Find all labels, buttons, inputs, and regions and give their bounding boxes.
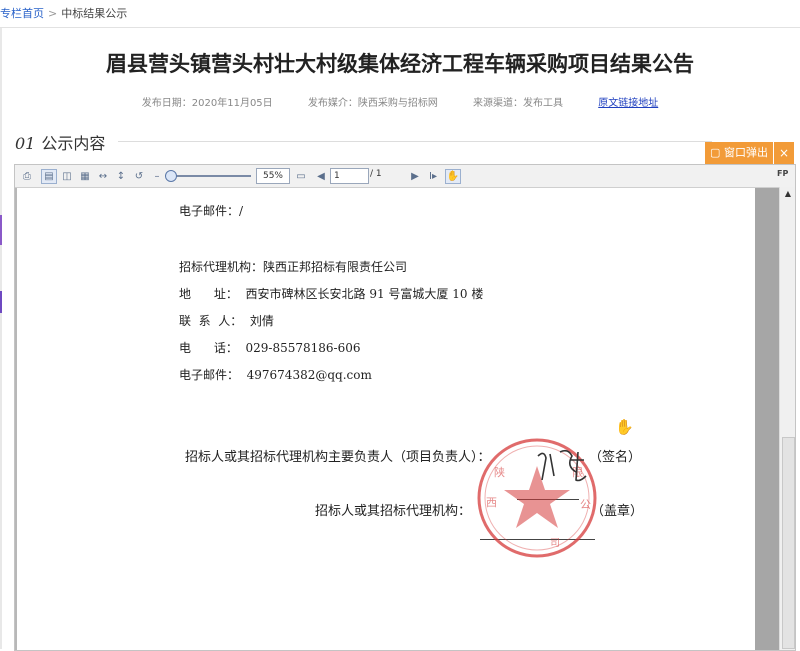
popup-close-button[interactable]: × [774,142,794,164]
breadcrumb-separator: > [48,7,58,20]
source-channel: 来源渠道：发布工具 [473,98,564,109]
fit-width-icon[interactable]: ↔ [95,169,111,184]
zoom-slider-handle[interactable] [165,170,177,182]
section-number: 01 [15,134,36,153]
page-gutter [755,188,779,650]
doc-sign-line: 招标人或其招标代理机构主要负责人（项目负责人）： [185,450,491,465]
article-meta: 发布日期：2020年11月05日 发布媒介：陕西采购与招标网 来源渠道：发布工具… [0,94,800,109]
section-divider [118,141,712,142]
zoom-slider-track[interactable] [167,175,251,177]
publish-media: 发布媒介：陕西采购与招标网 [307,98,438,109]
publish-date: 发布日期：2020年11月05日 [141,98,273,109]
section-heading: 01 公示内容 [15,130,105,154]
fullscreen-icon[interactable]: ▭ [293,169,309,184]
doc-phone: 电 话： 029-85578186-606 [179,341,361,355]
svg-text:陕: 陕 [494,465,505,479]
zoom-out-icon[interactable]: – [149,169,165,184]
prev-page-icon[interactable]: ◀ [313,169,329,184]
next-page-icon[interactable]: ▶ [407,169,423,184]
single-page-icon[interactable]: ▤ [41,169,57,184]
svg-text:西: 西 [486,496,497,509]
breadcrumb-current: 中标结果公示 [61,7,128,20]
rotate-icon[interactable]: ↺ [131,169,147,184]
zoom-level[interactable]: 55% [256,168,290,184]
fit-height-icon[interactable]: ↕ [113,169,129,184]
doc-email-2: 电子邮件： 497674382@qq.com [179,368,372,382]
viewer-toolbar: ⎙ ▤ ◫ ▦ ↔ ↕ ↺ – 55% ▭ ◀ 1 / 1 ▶ I▸ ✋ FP [15,165,795,188]
hand-cursor-icon: ✋ [615,418,634,436]
monitor-icon: ▢ [710,146,721,159]
print-icon[interactable]: ⎙ [19,169,35,184]
doc-agency: 招标代理机构：陕西正邦招标有限责任公司 [179,260,408,274]
svg-text:司: 司 [550,538,560,549]
document-page: 电子邮件：/ 招标代理机构：陕西正邦招标有限责任公司 地 址： 西安市碑林区长安… [17,188,755,650]
text-select-icon[interactable]: I▸ [425,169,441,184]
doc-contact: 联 系 人： 刘倩 [179,314,274,328]
doc-email-1: 电子邮件：/ [179,204,244,218]
breadcrumb-home-link[interactable]: 专栏首页 [0,7,44,20]
pdf-viewer: ⎙ ▤ ◫ ▦ ↔ ↕ ↺ – 55% ▭ ◀ 1 / 1 ▶ I▸ ✋ FP … [14,164,796,651]
doc-seal-line: 招标人或其招标代理机构： [315,504,472,519]
handwritten-signature [537,449,587,482]
grid-view-icon[interactable]: ▦ [77,169,93,184]
doc-address: 地 址： 西安市碑林区长安北路 91 号富城大厦 10 楼 [179,287,484,301]
popup-label: 窗口弹出 [723,146,768,159]
scrollbar-thumb[interactable] [782,437,795,649]
page-number-input[interactable]: 1 [330,168,369,184]
left-edge-bar [0,28,2,649]
section-title: 公示内容 [41,134,106,153]
fp-label: FP [777,169,789,178]
page-total: / 1 [370,169,382,179]
svg-text:公: 公 [580,498,591,511]
breadcrumb: 专栏首页 > 中标结果公示 [0,0,800,28]
vertical-scrollbar[interactable]: ▲ [779,187,795,650]
scroll-up-icon[interactable]: ▲ [780,187,795,201]
original-link[interactable]: 原文链接地址 [598,98,658,109]
two-page-icon[interactable]: ◫ [59,169,75,184]
hand-tool-icon[interactable]: ✋ [445,169,461,184]
popup-window-button[interactable]: ▢ 窗口弹出 [705,142,773,164]
page-title: 眉县营头镇营头村壮大村级集体经济工程车辆采购项目结果公告 [106,52,694,76]
